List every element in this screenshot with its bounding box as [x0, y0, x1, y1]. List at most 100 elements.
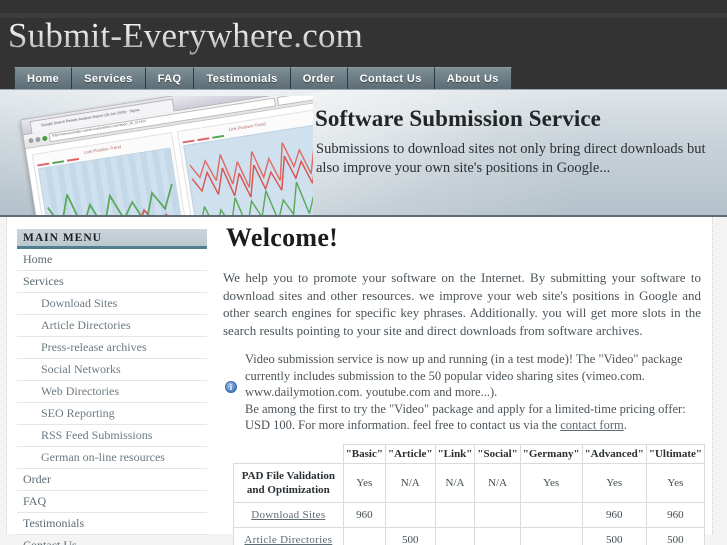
sidebar-item-label[interactable]: Download Sites: [17, 293, 207, 314]
notice-line-2: Be among the first to try the "Video" pa…: [245, 401, 695, 434]
hero-banner: Google Search Results Analysis Report (2…: [0, 89, 727, 217]
table-row-link[interactable]: Download Sites: [251, 509, 325, 521]
sidebar-item-label[interactable]: Testimonials: [17, 513, 207, 534]
nav-item-contact-us[interactable]: Contact Us: [347, 67, 435, 89]
sidebar-item-article-directories[interactable]: Article Directories: [17, 315, 207, 337]
table-cell: N/A: [384, 462, 436, 503]
sidebar-item-social-networks[interactable]: Social Networks: [17, 359, 207, 381]
sidebar-item-label[interactable]: SEO Reporting: [17, 403, 207, 424]
sidebar-item-press-release-archives[interactable]: Press-release archives: [17, 337, 207, 359]
sidebar-menu-title: MAIN MENU: [17, 229, 207, 249]
table-row: PAD File Validation and Optimization Yes N…: [233, 462, 706, 503]
back-icon: [28, 137, 34, 144]
table-corner-cell: [233, 444, 344, 464]
sidebar-item-label[interactable]: Services: [17, 271, 207, 292]
table-header-row: "Basic" "Article" "Link" "Social" "Germany" "…: [233, 443, 706, 464]
sidebar-item-label[interactable]: Article Directories: [17, 315, 207, 336]
table-col-header: "Link": [434, 443, 476, 464]
table-cell: N/A: [474, 462, 521, 503]
sidebar-item-label[interactable]: FAQ: [17, 491, 207, 512]
packages-table: "Basic" "Article" "Link" "Social" "Germany" "…: [233, 443, 706, 545]
table-col-header: "Basic": [342, 443, 386, 464]
table-cell: 500: [645, 526, 706, 545]
table-col-header: "Social": [474, 443, 521, 464]
intro-paragraph: We help you to promote your software on …: [223, 270, 701, 338]
table-col-header: "Ultimate": [645, 443, 706, 464]
nav-item-about-us[interactable]: About Us: [434, 67, 512, 89]
sidebar-item-order[interactable]: Order: [17, 469, 207, 491]
sidebar-item-label[interactable]: RSS Feed Submissions: [17, 425, 207, 446]
notice-block: i Video submission service is now up and…: [223, 351, 695, 434]
sidebar-item-label[interactable]: Order: [17, 469, 207, 490]
nav-item-testimonials[interactable]: Testimonials: [194, 67, 291, 89]
sidebar-item-web-directories[interactable]: Web Directories: [17, 381, 207, 403]
table-cell: Yes: [519, 462, 583, 503]
table-cell: [519, 526, 583, 545]
sidebar-item-testimonials[interactable]: Testimonials: [17, 513, 207, 535]
sidebar-item-services[interactable]: Services: [17, 271, 207, 293]
sidebar: MAIN MENU Home Services Download Sites Arti…: [17, 229, 207, 545]
table-cell: 960: [645, 501, 706, 528]
forward-icon: [35, 136, 41, 143]
sidebar-item-label[interactable]: Press-release archives: [17, 337, 207, 358]
banner-screenshot-thumbnail: Google Search Results Analysis Report (2…: [8, 96, 313, 215]
sidebar-item-contact-us[interactable]: Contact Us: [17, 535, 207, 545]
table-cell: 960: [581, 501, 647, 528]
lock-icon: [41, 135, 48, 142]
table-col-header: "Advanced": [581, 443, 647, 464]
table-col-header: "Article": [384, 443, 436, 464]
info-icon: i: [225, 381, 237, 393]
sidebar-item-label[interactable]: Home: [17, 249, 207, 270]
packages-table-body: PAD File Validation and Optimization Yes N…: [233, 462, 706, 545]
content-column: Welcome! We help you to promote your sof…: [217, 223, 717, 545]
chart-card-right: Link Position Trend: [176, 109, 313, 215]
nav-item-order[interactable]: Order: [290, 67, 348, 89]
chart-card-left: Link Position Trend: [31, 132, 192, 215]
notice-line-2-after: .: [623, 418, 627, 432]
table-row-header[interactable]: Article Directories: [233, 526, 344, 545]
table-cell: Yes: [645, 462, 706, 503]
packages-table-head: "Basic" "Article" "Link" "Social" "Germany" "…: [233, 443, 706, 464]
table-cell: [342, 526, 386, 545]
top-strip: [0, 0, 727, 13]
sidebar-menu: Home Services Download Sites Article Direct…: [17, 249, 207, 545]
sidebar-item-home[interactable]: Home: [17, 249, 207, 271]
page-root: Submit-Everywhere.com Home Services FAQ Tes…: [0, 0, 727, 545]
table-row: Article Directories 500 500 500: [233, 526, 706, 545]
notice-line-1: Video submission service is now up and r…: [245, 352, 683, 399]
nav-item-home[interactable]: Home: [14, 67, 73, 89]
nav-item-services[interactable]: Services: [72, 67, 146, 89]
banner-title: Software Submission Service: [315, 106, 601, 131]
sidebar-item-label[interactable]: German on-line resources: [17, 447, 207, 468]
table-cell: Yes: [581, 462, 647, 503]
sidebar-item-label[interactable]: Contact Us: [17, 535, 207, 545]
table-cell: [434, 501, 476, 528]
table-row-header: PAD File Validation and Optimization: [233, 462, 344, 503]
browser-window-mock: Google Search Results Analysis Report (2…: [20, 96, 313, 215]
site-logo[interactable]: Submit-Everywhere.com: [8, 16, 363, 56]
sidebar-item-rss-feed-submissions[interactable]: RSS Feed Submissions: [17, 425, 207, 447]
sidebar-item-download-sites[interactable]: Download Sites: [17, 293, 207, 315]
sidebar-item-label[interactable]: Web Directories: [17, 381, 207, 402]
table-cell: [474, 501, 521, 528]
sidebar-item-label[interactable]: Social Networks: [17, 359, 207, 380]
nav-item-faq[interactable]: FAQ: [145, 67, 195, 89]
table-cell: [434, 526, 476, 545]
table-cell: [519, 501, 583, 528]
page-title: Welcome!: [226, 223, 339, 252]
table-cell: 960: [342, 501, 386, 528]
table-row-header[interactable]: Download Sites: [233, 501, 344, 528]
table-cell: 500: [581, 526, 647, 545]
sidebar-item-german-on-line-resources[interactable]: German on-line resources: [17, 447, 207, 469]
sidebar-item-seo-reporting[interactable]: SEO Reporting: [17, 403, 207, 425]
contact-form-link[interactable]: contact form: [560, 418, 624, 432]
table-row: Download Sites 960 960 960: [233, 501, 706, 528]
table-cell: [474, 526, 521, 545]
table-cell: 500: [384, 526, 436, 545]
table-cell: N/A: [434, 462, 476, 503]
banner-subtitle: Submissions to download sites not only b…: [316, 141, 706, 176]
main-area: MAIN MENU Home Services Download Sites Arti…: [6, 217, 713, 545]
table-cell: [384, 501, 436, 528]
table-row-link[interactable]: Article Directories: [244, 534, 332, 545]
sidebar-item-faq[interactable]: FAQ: [17, 491, 207, 513]
